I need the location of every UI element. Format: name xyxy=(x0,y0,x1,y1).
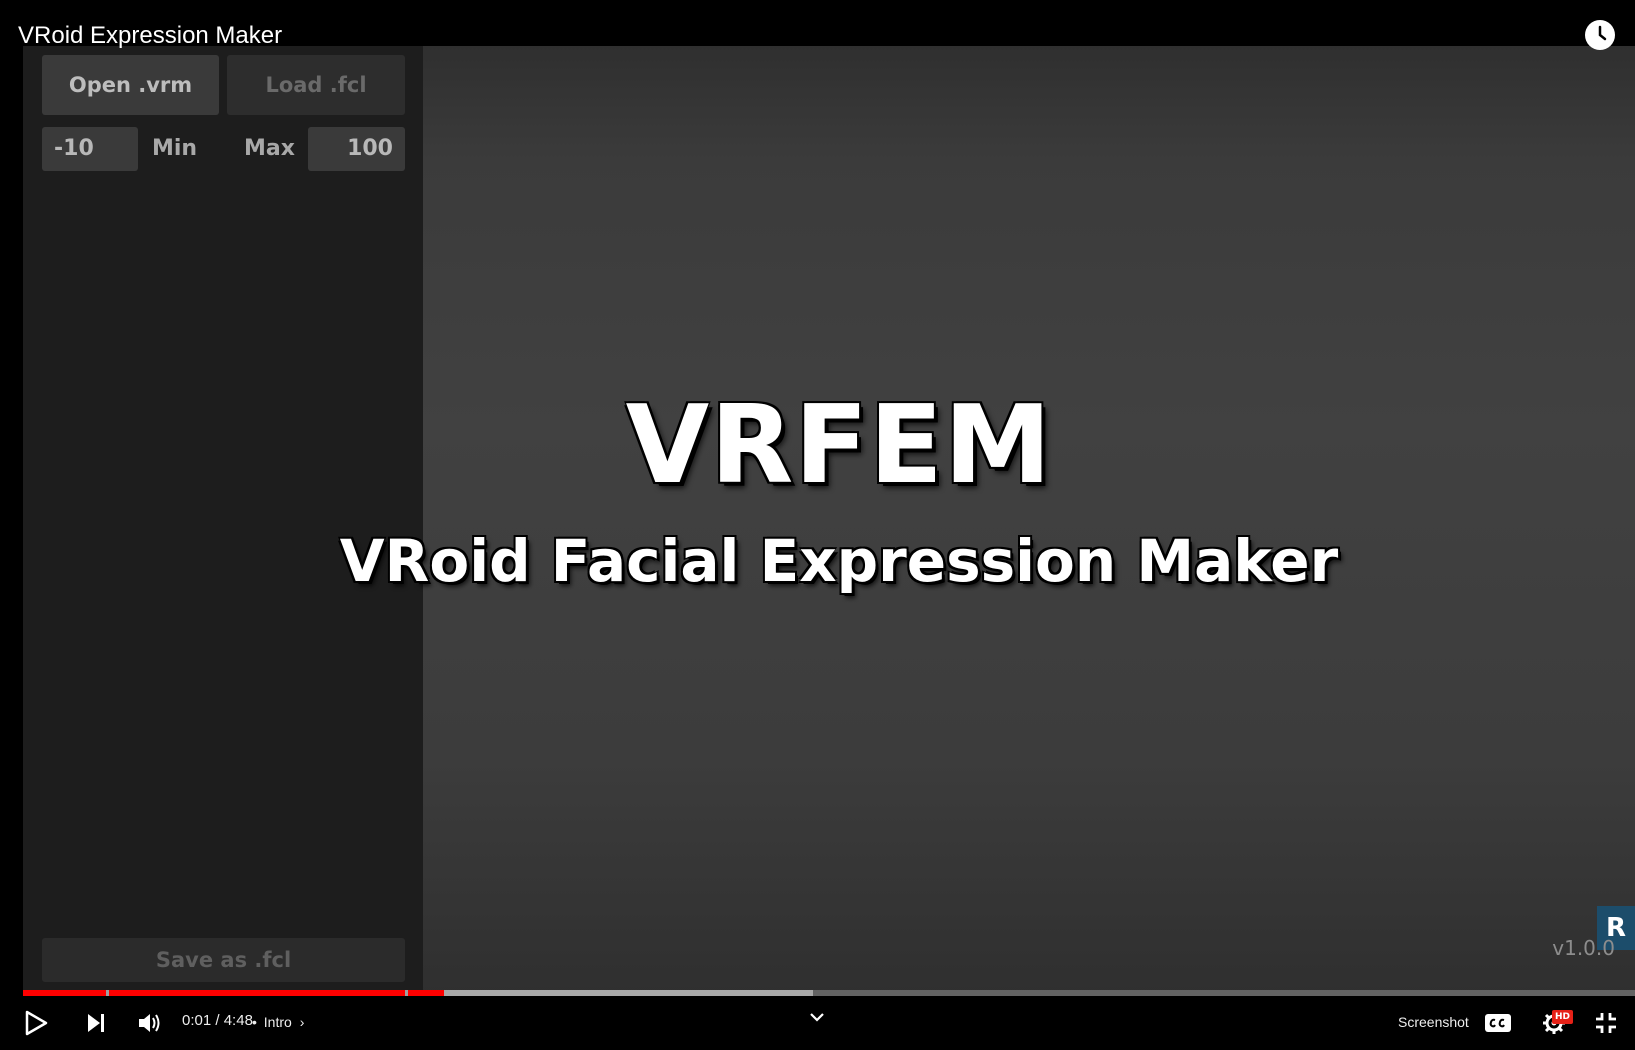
splash-subtitle-text: VRoid Facial Expression Maker xyxy=(339,527,1339,595)
max-label: Max xyxy=(244,136,295,161)
top-bar: VRoid Expression Maker xyxy=(0,0,1635,50)
played-segment-1 xyxy=(23,990,106,996)
video-title[interactable]: VRoid Expression Maker xyxy=(18,19,282,53)
played-segment-3 xyxy=(408,990,444,996)
chapter-label: Intro xyxy=(263,1014,292,1030)
progress-bar[interactable] xyxy=(23,990,1635,996)
play-icon[interactable] xyxy=(14,996,58,1050)
max-value-field[interactable]: 100 xyxy=(308,127,405,171)
played-segment-2 xyxy=(109,990,405,996)
time-display: 0:01 / 4:48 xyxy=(182,996,253,1050)
min-label: Min xyxy=(152,136,198,161)
screenshot-button[interactable]: Screenshot xyxy=(1398,996,1469,1050)
splash-subtitle: VRoid Facial Expression Maker xyxy=(23,526,1635,596)
clock-icon[interactable] xyxy=(1585,20,1615,50)
exit-fullscreen-icon[interactable] xyxy=(1588,996,1624,1050)
chapter-dot: • xyxy=(252,1014,257,1030)
version-label: v1.0.0 xyxy=(1552,936,1615,960)
chevron-right-icon: › xyxy=(299,1014,305,1030)
load-fcl-button[interactable]: Load .fcl xyxy=(227,55,405,115)
duration: 4:48 xyxy=(223,1012,253,1029)
volume-icon[interactable] xyxy=(128,996,172,1050)
current-time: 0:01 xyxy=(182,1012,212,1029)
video-frame[interactable]: Open .vrm Load .fcl -10 Min Max 100 Save… xyxy=(23,46,1635,996)
time-separator: / xyxy=(215,1012,220,1029)
splash-title: VRFEM xyxy=(23,386,1635,506)
captions-icon[interactable] xyxy=(1480,996,1516,1050)
chapter-button[interactable]: • Intro › xyxy=(252,996,304,1050)
hd-badge: HD xyxy=(1552,1010,1574,1024)
chevron-down-icon[interactable] xyxy=(803,990,831,1044)
min-value-field[interactable]: -10 xyxy=(42,127,138,171)
splash-title-text: VRFEM xyxy=(625,383,1053,508)
video-player: VRoid Expression Maker Open .vrm Load .f… xyxy=(0,0,1635,1050)
controls-bar: 0:01 / 4:48 • Intro › Screenshot HD xyxy=(0,996,1635,1050)
save-fcl-button[interactable]: Save as .fcl xyxy=(42,938,405,982)
open-vrm-button[interactable]: Open .vrm xyxy=(42,55,219,115)
next-icon[interactable] xyxy=(74,996,118,1050)
app-side-panel: Open .vrm Load .fcl -10 Min Max 100 Save… xyxy=(23,46,423,996)
